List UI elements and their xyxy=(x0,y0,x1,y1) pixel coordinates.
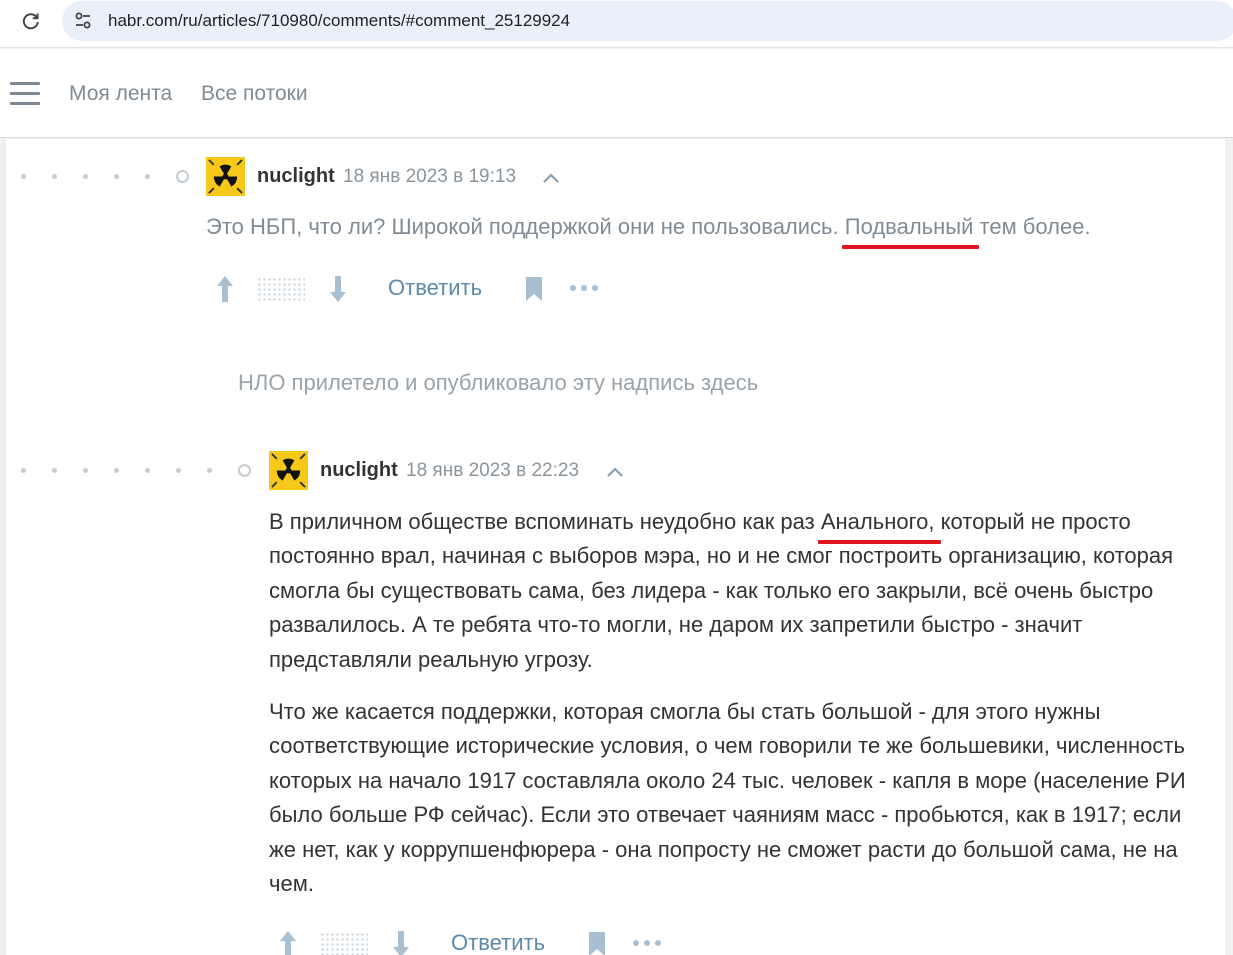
chevron-up-icon[interactable] xyxy=(539,168,563,188)
ufo-note: НЛО прилетело и опубликовало эту надпись… xyxy=(238,370,759,395)
bookmark-icon[interactable] xyxy=(524,275,544,303)
underlined-word: Анального, xyxy=(817,505,941,545)
browser-toolbar: habr.com/ru/articles/710980/comments/#co… xyxy=(0,0,1233,48)
comment-text: Это НБП, что ли? Широкой поддержкой они … xyxy=(206,214,845,239)
comment-paragraph: Что же касается поддержки, которая смогл… xyxy=(269,699,1186,897)
arrow-up-icon[interactable] xyxy=(277,929,299,955)
nav-all-streams[interactable]: Все потоки xyxy=(201,82,308,106)
comment-score-hidden xyxy=(257,277,305,301)
nav-my-feed[interactable]: Моя лента xyxy=(69,82,172,106)
comment-text: тем более. xyxy=(973,214,1091,239)
comment-actions: Ответить xyxy=(206,270,626,310)
arrow-down-icon[interactable] xyxy=(327,274,349,304)
comment-actions: Ответить xyxy=(269,925,689,955)
comment-score-hidden xyxy=(320,932,368,955)
comments-section: nuclight 18 янв 2023 в 19:13 Это НБП, чт… xyxy=(6,139,1225,955)
chevron-up-icon[interactable] xyxy=(603,462,627,482)
comment-body: Это НБП, что ли? Широкой поддержкой они … xyxy=(206,210,1206,250)
comment-author[interactable]: nuclight xyxy=(320,459,398,482)
reload-icon[interactable] xyxy=(16,6,46,36)
more-dots-icon[interactable] xyxy=(631,933,663,953)
tune-icon[interactable] xyxy=(72,10,94,32)
radiation-avatar[interactable] xyxy=(269,451,308,490)
bookmark-icon[interactable] xyxy=(587,930,607,955)
comment-body: В приличном обществе вспоминать неудобно… xyxy=(269,505,1209,919)
address-bar[interactable]: habr.com/ru/articles/710980/comments/#co… xyxy=(62,1,1233,41)
comment-date[interactable]: 18 янв 2023 в 19:13 xyxy=(343,166,516,188)
reply-button[interactable]: Ответить xyxy=(388,275,482,301)
comment-paragraph: В приличном обществе вспоминать неудобно… xyxy=(269,505,1209,677)
burger-menu-icon[interactable] xyxy=(10,82,40,106)
reply-button[interactable]: Ответить xyxy=(451,930,545,955)
arrow-up-icon[interactable] xyxy=(214,274,236,304)
radiation-avatar[interactable] xyxy=(206,157,245,196)
url-text[interactable]: habr.com/ru/articles/710980/comments/#co… xyxy=(108,11,570,31)
thread-depth-indicator xyxy=(21,464,251,477)
comment-date[interactable]: 18 янв 2023 в 22:23 xyxy=(406,460,579,482)
arrow-down-icon[interactable] xyxy=(390,929,412,955)
site-header: Моя лента Все потоки xyxy=(0,49,1233,138)
underlined-word: Подвальный xyxy=(841,210,980,250)
comment-text: В приличном обществе вспоминать неудобно… xyxy=(269,509,821,534)
thread-depth-indicator xyxy=(21,170,189,183)
comment-author[interactable]: nuclight xyxy=(257,165,335,188)
more-dots-icon[interactable] xyxy=(568,278,600,298)
